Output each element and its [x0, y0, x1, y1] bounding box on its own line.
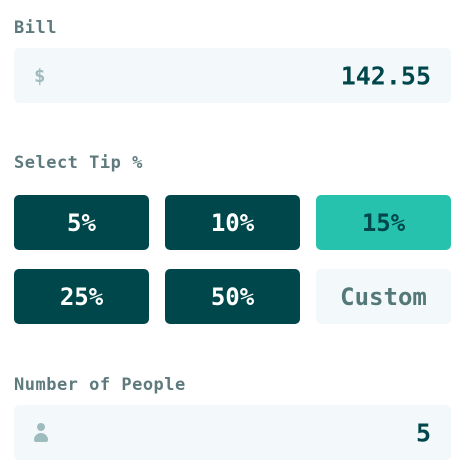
custom-tip-input[interactable]: Custom — [316, 269, 451, 324]
tip-15-button[interactable]: 15% — [316, 195, 451, 250]
tip-50-button[interactable]: 50% — [165, 269, 300, 324]
dollar-icon: $ — [34, 64, 46, 87]
people-value: 5 — [415, 418, 431, 447]
tip-5-button[interactable]: 5% — [14, 195, 149, 250]
bill-input[interactable]: $ 142.55 — [14, 48, 451, 103]
tip-25-button[interactable]: 25% — [14, 269, 149, 324]
select-tip-label: Select Tip % — [14, 153, 143, 173]
number-of-people-label: Number of People — [14, 375, 186, 395]
bill-label: Bill — [14, 18, 57, 38]
tip-10-button[interactable]: 10% — [165, 195, 300, 250]
people-input[interactable]: 5 — [14, 405, 451, 460]
bill-value: 142.55 — [340, 61, 431, 90]
person-icon — [34, 422, 48, 443]
